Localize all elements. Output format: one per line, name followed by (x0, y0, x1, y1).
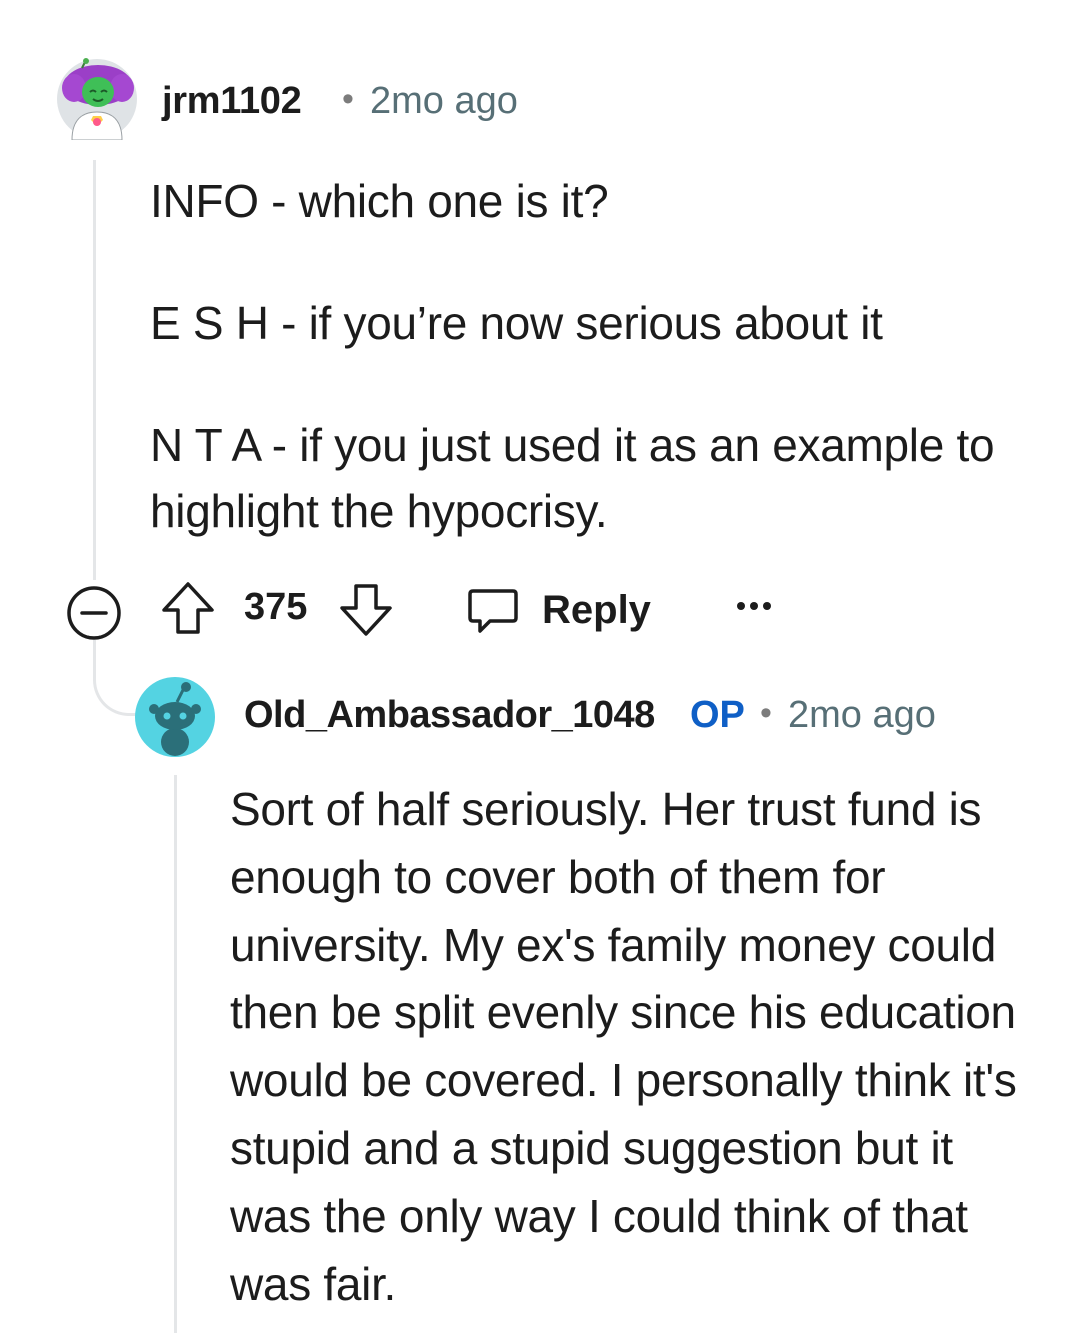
reply-paragraph: Sort of half seriously. Her trust fund i… (230, 783, 1017, 1310)
thread-line-reply[interactable] (174, 775, 177, 1333)
reply-timestamp: 2mo ago (788, 694, 936, 736)
comment-body: INFO - which one is it? E S H - if you’r… (150, 168, 1030, 544)
reply-body: Sort of half seriously. Her trust fund i… (230, 776, 1030, 1318)
downvote-icon[interactable] (338, 582, 394, 638)
collapse-icon[interactable] (66, 585, 122, 641)
reply-button[interactable]: Reply (466, 580, 651, 640)
thread-line[interactable] (93, 160, 96, 580)
comment-paragraph: N T A - if you just used it as an exampl… (150, 419, 995, 537)
vote-score: 375 (244, 586, 308, 628)
comment-paragraph: E S H - if you’re now serious about it (150, 297, 883, 349)
upvote-icon[interactable] (160, 580, 216, 636)
reply-icon (466, 583, 520, 637)
comment-author[interactable]: jrm1102 (162, 80, 302, 123)
reply-label: Reply (542, 587, 651, 632)
comment-paragraph: INFO - which one is it? (150, 175, 609, 227)
reply-author[interactable]: Old_Ambassador_1048 (244, 694, 655, 737)
op-badge: OP (690, 694, 745, 736)
avatar[interactable] (56, 58, 138, 141)
thread-connector (93, 640, 137, 716)
meta-separator: • (760, 694, 772, 732)
meta-separator: • (342, 80, 354, 118)
avatar[interactable] (134, 676, 216, 758)
more-icon[interactable] (734, 594, 774, 618)
comment-timestamp: 2mo ago (370, 80, 518, 122)
